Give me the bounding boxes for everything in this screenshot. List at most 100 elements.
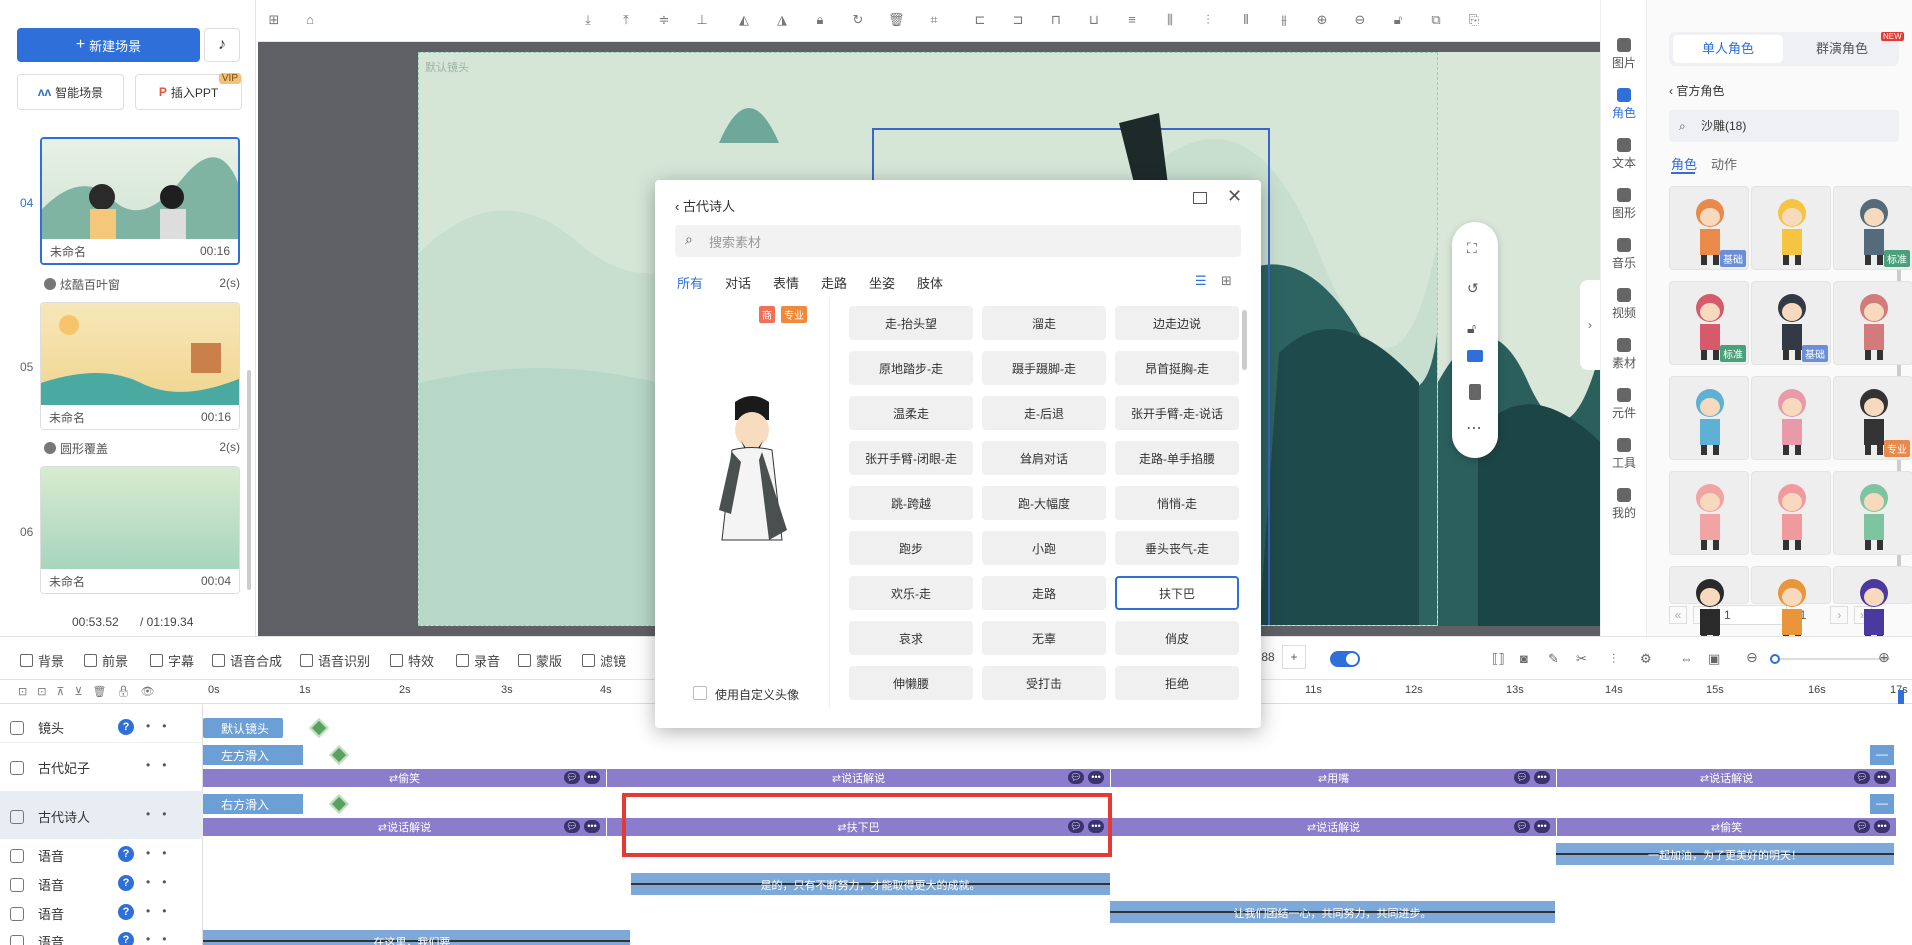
subtab-role[interactable]: 角色	[1671, 154, 1697, 173]
track-controls[interactable]: ••	[146, 875, 178, 889]
settings-icon[interactable]: ⚙	[1640, 651, 1652, 667]
layout-icon[interactable]: ⊞	[266, 12, 282, 28]
action-option[interactable]: 走路-单手掐腰	[1115, 441, 1239, 475]
action-scrollbar[interactable]	[1242, 310, 1247, 370]
rotate-view-icon[interactable]: ↺	[1467, 280, 1479, 297]
screen-mode-icon[interactable]	[1467, 350, 1483, 362]
action-option[interactable]: 边走边说	[1115, 306, 1239, 340]
scene-thumbnail[interactable]: 未命名 00:04	[40, 466, 240, 594]
action-option[interactable]: 小跑	[982, 531, 1106, 565]
transition-row[interactable]: 炫酷百叶窗 2(s)	[44, 276, 240, 293]
action-option[interactable]: 受打击	[982, 666, 1106, 700]
tab-single-role[interactable]: 单人角色	[1673, 35, 1783, 63]
zoom-in-icon[interactable]: ⊕	[1314, 12, 1330, 28]
more-icon[interactable]: •••	[1534, 771, 1550, 784]
back-official-link[interactable]: ‹ 官方角色	[1669, 82, 1724, 99]
audio-clip[interactable]: 一起加油，为了更美好的明天！	[1556, 843, 1894, 865]
enter-clip[interactable]: 左方滑入	[203, 745, 303, 765]
action-option[interactable]: 走-抬头望	[849, 306, 973, 340]
character-search-input[interactable]: ⌕ 沙雕(18)	[1669, 110, 1899, 142]
crop-icon[interactable]: ⌗	[926, 12, 942, 28]
maximize-icon[interactable]	[1193, 192, 1207, 204]
speech-icon[interactable]: 💬︎	[1854, 771, 1870, 784]
scene-scrollbar[interactable]	[247, 370, 251, 590]
character-card[interactable]	[1751, 566, 1831, 645]
tool-asr[interactable]: 语音识别	[300, 651, 370, 670]
align-middle-icon[interactable]: ≑	[656, 12, 672, 28]
character-card[interactable]	[1833, 281, 1912, 365]
help-icon[interactable]: ?	[118, 875, 134, 891]
action-option[interactable]: 跑步	[849, 531, 973, 565]
help-icon[interactable]: ?	[118, 932, 134, 945]
speech-icon[interactable]: 💬︎	[1514, 771, 1530, 784]
scene-thumbnail[interactable]: 未命名 00:16	[40, 137, 240, 265]
speech-icon[interactable]: 💬︎	[564, 820, 580, 833]
flip-h-icon[interactable]: ◭	[736, 12, 752, 28]
more-icon[interactable]: •••	[584, 771, 600, 784]
home-icon[interactable]: ⌂	[302, 12, 318, 28]
track-controls[interactable]: ••	[146, 846, 178, 860]
track-controls[interactable]: ••	[146, 758, 178, 772]
track-controls[interactable]: ••	[146, 719, 178, 733]
phone-mode-icon[interactable]	[1469, 384, 1481, 400]
zoom-in-timeline-icon[interactable]: ⊕	[1878, 649, 1890, 666]
rail-item-mine[interactable]: 我的	[1601, 488, 1647, 521]
character-card[interactable]	[1669, 471, 1749, 555]
tool-effects[interactable]: 特效	[390, 651, 434, 670]
character-card[interactable]: 标准	[1833, 186, 1912, 270]
character-card[interactable]: 标准	[1669, 281, 1749, 365]
timeline-zoom-slider[interactable]	[1770, 654, 1890, 664]
rail-item-character[interactable]: 角色	[1601, 88, 1647, 121]
speech-icon[interactable]: 💬︎	[1854, 820, 1870, 833]
music-button[interactable]: ♪	[204, 28, 240, 62]
smart-scene-button[interactable]: ʌʌ 智能场景	[17, 74, 124, 110]
camera-clip[interactable]: 默认镜头	[203, 718, 283, 738]
tool-record[interactable]: 录音	[456, 651, 500, 670]
rail-item-text[interactable]: 文本	[1601, 138, 1647, 171]
insert-ppt-button[interactable]: P 插入PPT VIP	[135, 73, 242, 110]
lock-view-icon[interactable]: 🔓︎	[1467, 320, 1476, 337]
more-icon[interactable]: •••	[1088, 771, 1104, 784]
audio-clip[interactable]: 是的，只有不断努力，才能取得更大的成就。	[631, 873, 1110, 895]
align-icon[interactable]: ⫶	[1612, 651, 1615, 667]
action-clip[interactable]: ⇄ 偷笑 💬︎ •••	[203, 769, 607, 787]
track-controls[interactable]: ••	[146, 904, 178, 918]
action-option[interactable]: 跳-跨越	[849, 486, 973, 520]
action-clip[interactable]: ⇄ 说话解说 💬︎ •••	[607, 769, 1111, 787]
tab-body[interactable]: 肢体	[917, 273, 943, 292]
align-center-icon[interactable]: ⊐	[1010, 12, 1026, 28]
action-clip[interactable]: ⇄ 说话解说 💬︎ •••	[203, 818, 607, 836]
more-icon[interactable]: •••	[1874, 820, 1890, 833]
edit-icon[interactable]: ✎	[1548, 651, 1559, 667]
copy-icon[interactable]: ⧉	[1428, 12, 1444, 28]
align-h-icon[interactable]: ⊔	[1086, 12, 1102, 28]
grid-view-icon[interactable]: ⊞	[1221, 273, 1232, 289]
rail-item-material[interactable]: 素材	[1601, 338, 1647, 371]
action-clip[interactable]: ⇄ 偷笑 💬︎ •••	[1557, 818, 1897, 836]
transition-row[interactable]: 圆形覆盖 2(s)	[44, 440, 240, 457]
custom-avatar-checkbox[interactable]	[693, 686, 707, 700]
track-controls[interactable]: ••	[146, 932, 178, 945]
playhead[interactable]	[1898, 690, 1904, 704]
distribute-v-icon[interactable]: ⫵	[1276, 12, 1292, 28]
snap-toggle[interactable]	[1330, 651, 1360, 667]
action-option[interactable]: 伸懒腰	[849, 666, 973, 700]
fit-screen-icon[interactable]: ⛶	[1467, 240, 1477, 257]
scene-thumbnail[interactable]: 未命名 00:16	[40, 302, 240, 430]
tab-sit[interactable]: 坐姿	[869, 273, 895, 292]
action-option[interactable]: 无辜	[982, 621, 1106, 655]
distribute-icon[interactable]: ⊥	[694, 12, 710, 28]
camera-icon[interactable]: ◙	[1520, 651, 1528, 666]
speech-icon[interactable]: 💬︎	[1068, 771, 1084, 784]
action-option[interactable]: 跑-大幅度	[982, 486, 1106, 520]
space-v-icon[interactable]: ⫶	[1200, 12, 1216, 28]
exit-clip[interactable]: —	[1870, 794, 1894, 814]
unlock-icon[interactable]: 🔓︎	[1390, 12, 1406, 28]
speech-icon[interactable]: 💬︎	[1514, 820, 1530, 833]
tool-mask[interactable]: 蒙版	[518, 651, 562, 670]
help-icon[interactable]: ?	[118, 904, 134, 920]
zoom-out-timeline-icon[interactable]: ⊖	[1746, 649, 1758, 666]
action-option[interactable]: 温柔走	[849, 396, 973, 430]
action-option[interactable]: 拒绝	[1115, 666, 1239, 700]
align-v-icon[interactable]: ≡	[1124, 12, 1140, 28]
